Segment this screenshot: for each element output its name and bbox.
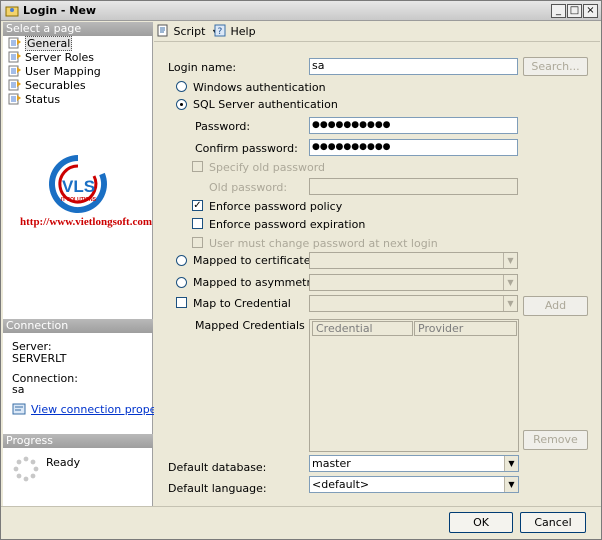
nav-item-securables[interactable]: Securables: [8, 79, 86, 93]
close-button[interactable]: ×: [583, 4, 598, 18]
progress-header: Progress: [3, 434, 153, 448]
progress-spinner-icon: [13, 456, 39, 482]
default-language-value: <default>: [312, 478, 370, 491]
page-icon: [8, 65, 21, 77]
script-button[interactable]: Script ▼: [157, 24, 219, 40]
remove-credential-button[interactable]: Remove: [523, 430, 588, 450]
mapped-credentials-label: Mapped Credentials: [195, 319, 305, 332]
old-password-label: Old password:: [209, 181, 288, 194]
progress-status: Ready: [46, 456, 81, 469]
must-change-label: User must change password at next login: [209, 237, 438, 250]
windows-auth-label: Windows authentication: [193, 81, 326, 94]
chevron-down-icon[interactable]: ▼: [503, 253, 517, 268]
confirm-password-input[interactable]: ●●●●●●●●●●: [309, 139, 518, 156]
credential-combo[interactable]: ▼: [309, 295, 518, 312]
minimize-button[interactable]: _: [551, 4, 566, 18]
general-page: Script ▼ ? Help Login name: sa Search...…: [154, 22, 600, 506]
ok-button[interactable]: OK: [449, 512, 513, 533]
logo-url: http://www.vietlongsoft.com: [20, 216, 152, 228]
connection-value: sa: [12, 383, 25, 396]
confirm-password-label: Confirm password:: [195, 142, 298, 155]
login-name-input[interactable]: sa: [309, 58, 518, 75]
mapped-certificate-label: Mapped to certificate: [193, 254, 311, 267]
maximize-button[interactable]: □: [567, 4, 582, 18]
enforce-policy-checkbox[interactable]: ✓: [192, 200, 203, 211]
nav-item-label: User Mapping: [25, 65, 101, 78]
default-language-label: Default language:: [168, 482, 267, 495]
enforce-expiration-checkbox[interactable]: [192, 218, 203, 229]
enforce-expiration-label: Enforce password expiration: [209, 218, 366, 231]
connection-properties-icon: [12, 403, 26, 415]
enforce-policy-label: Enforce password policy: [209, 200, 343, 213]
select-page-header: Select a page: [3, 22, 153, 36]
mapped-asym-key-radio[interactable]: [176, 277, 187, 288]
logo-subtitle: IT SOLUTIONS: [61, 197, 97, 203]
login-new-window: Login - New _ □ × Select a page General …: [0, 0, 602, 540]
connection-header: Connection: [3, 319, 153, 333]
left-pane: Select a page General Server Roles User …: [3, 22, 181, 536]
default-language-combo[interactable]: <default> ▼: [309, 476, 519, 493]
help-label: Help: [230, 25, 256, 38]
default-database-combo[interactable]: master ▼: [309, 455, 519, 472]
chevron-down-icon[interactable]: ▼: [504, 456, 518, 471]
certificate-combo[interactable]: ▼: [309, 252, 518, 269]
old-password-input[interactable]: [309, 178, 518, 195]
add-credential-button[interactable]: Add: [523, 296, 588, 316]
svg-text:?: ?: [218, 27, 223, 37]
login-name-label: Login name:: [168, 61, 237, 74]
nav-item-general[interactable]: General: [8, 36, 73, 51]
password-input[interactable]: ●●●●●●●●●●: [309, 117, 518, 134]
default-database-value: master: [312, 457, 351, 470]
mapped-certificate-radio[interactable]: [176, 255, 187, 266]
map-credential-checkbox[interactable]: [176, 297, 187, 308]
grid-column-credential[interactable]: Credential: [312, 321, 413, 336]
window-title: Login - New: [23, 4, 97, 17]
logo-letters: VLS: [62, 177, 95, 196]
page-icon: [8, 37, 21, 49]
password-label: Password:: [195, 120, 251, 133]
chevron-down-icon[interactable]: ▼: [503, 296, 517, 311]
script-icon: [157, 24, 168, 37]
specify-old-password-label: Specify old password: [209, 161, 326, 174]
map-credential-label: Map to Credential: [193, 297, 291, 310]
help-button[interactable]: ? Help: [214, 24, 256, 40]
nav-item-label: General: [25, 36, 73, 51]
nav-item-label: Server Roles: [25, 51, 95, 64]
default-database-label: Default database:: [168, 461, 267, 474]
specify-old-password-checkbox[interactable]: [192, 161, 203, 172]
dialog-footer: OK Cancel: [1, 506, 601, 539]
mapped-credentials-grid[interactable]: Credential Provider: [309, 319, 519, 452]
search-button[interactable]: Search...: [523, 57, 588, 76]
chevron-down-icon[interactable]: ▼: [503, 275, 517, 290]
sql-auth-radio[interactable]: [176, 99, 187, 110]
must-change-checkbox[interactable]: [192, 237, 203, 248]
nav-item-status[interactable]: Status: [8, 93, 60, 107]
nav-item-server-roles[interactable]: Server Roles: [8, 51, 94, 65]
server-value: SERVERLT: [12, 352, 67, 365]
title-bar[interactable]: Login - New _ □ ×: [1, 1, 601, 21]
page-icon: [8, 51, 21, 63]
nav-item-user-mapping[interactable]: User Mapping: [8, 65, 101, 79]
nav-item-label: Securables: [25, 79, 86, 92]
login-window-icon: [5, 6, 19, 17]
vls-logo: VLS IT SOLUTIONS: [49, 155, 107, 213]
script-label: Script: [173, 25, 206, 38]
cancel-button[interactable]: Cancel: [520, 512, 586, 533]
grid-column-provider[interactable]: Provider: [414, 321, 517, 336]
windows-auth-radio[interactable]: [176, 81, 187, 92]
help-icon: ?: [214, 24, 226, 37]
sql-auth-label: SQL Server authentication: [193, 98, 338, 111]
chevron-down-icon[interactable]: ▼: [504, 477, 518, 492]
nav-item-label: Status: [25, 93, 61, 106]
toolbar: Script ▼ ? Help: [154, 22, 600, 42]
page-icon: [8, 93, 21, 105]
asym-key-combo[interactable]: ▼: [309, 274, 518, 291]
page-icon: [8, 79, 21, 91]
